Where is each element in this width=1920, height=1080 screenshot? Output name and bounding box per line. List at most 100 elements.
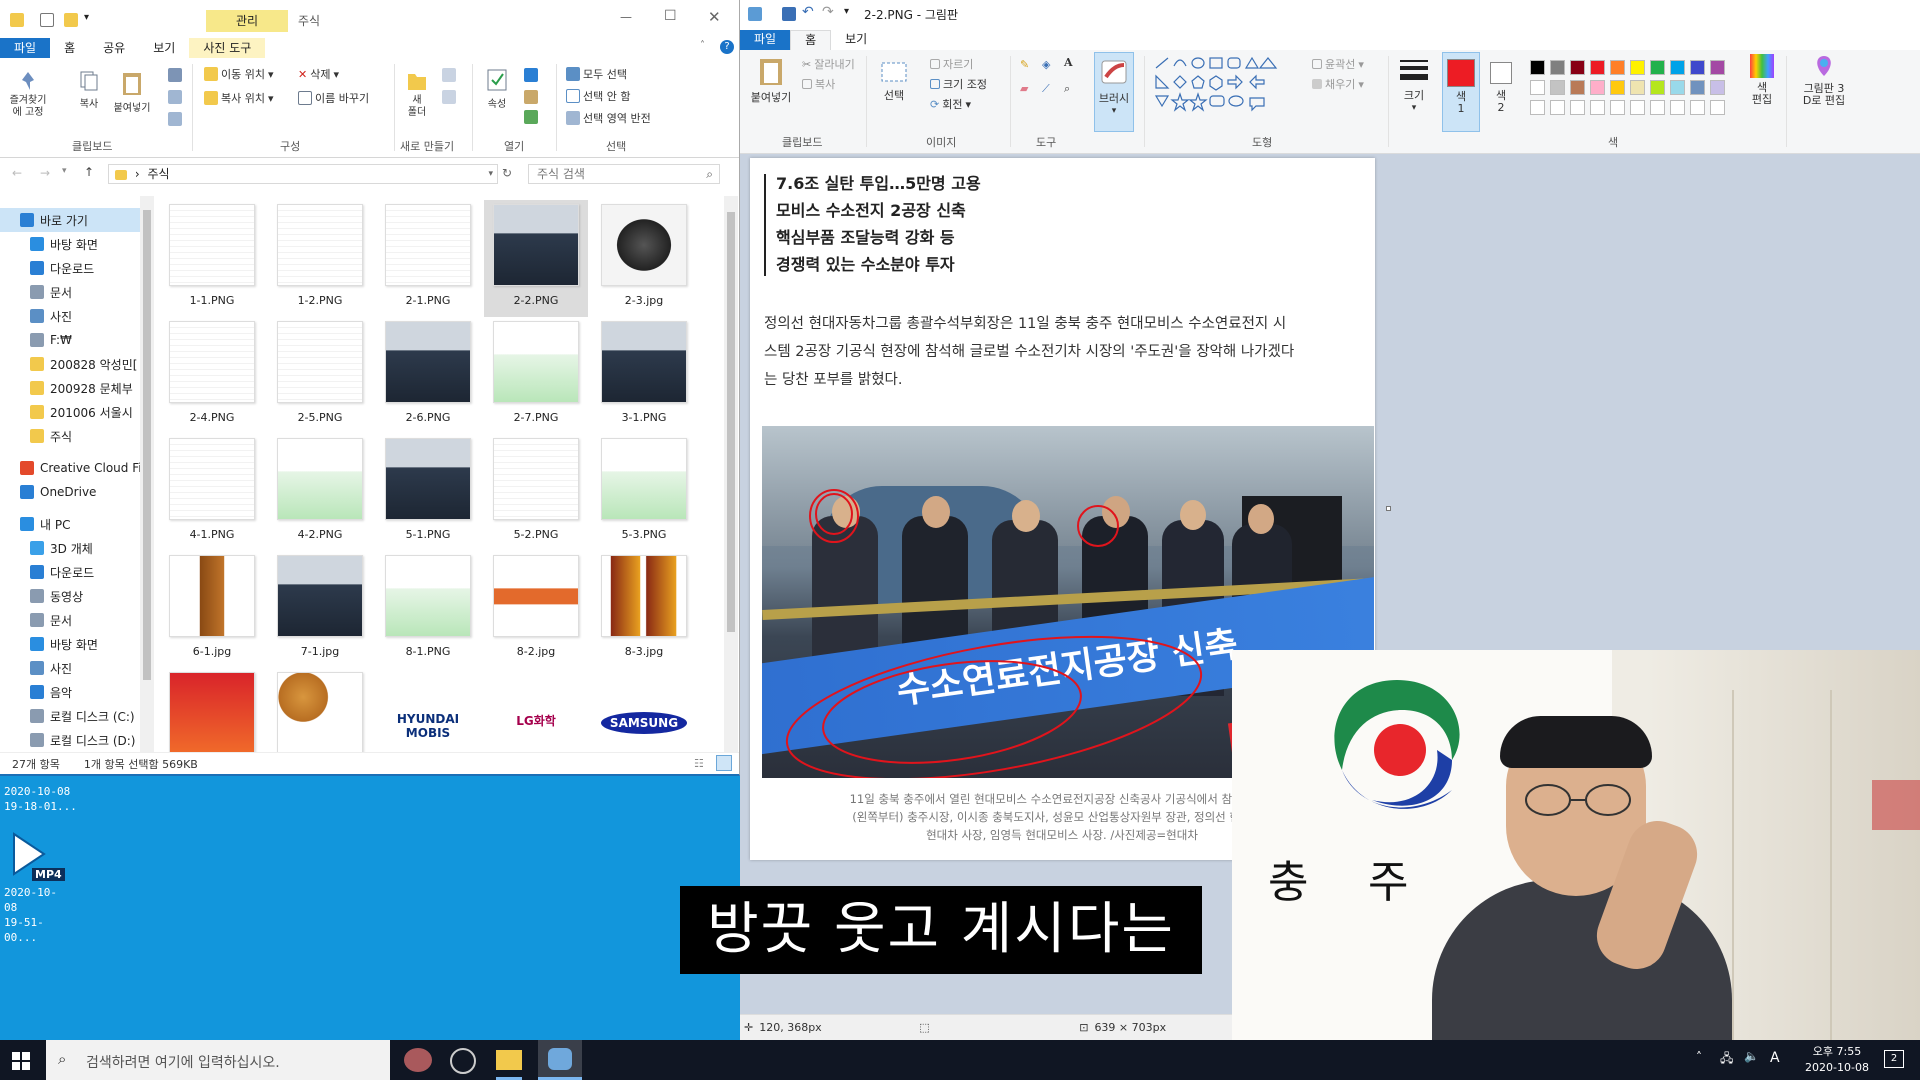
search-input[interactable]: 주식 검색 ⌕: [528, 164, 720, 184]
taskbar-paint-button[interactable]: [538, 1040, 582, 1080]
nav-item[interactable]: 로컬 디스크 (D:): [0, 728, 152, 752]
nav-item[interactable]: 바로 가기: [0, 208, 152, 232]
color-swatch[interactable]: [1550, 80, 1565, 95]
manage-context-tab[interactable]: 관리: [206, 10, 288, 32]
file-thumbnail[interactable]: 4-1.PNG: [160, 434, 264, 551]
pencil-icon[interactable]: ✎: [1020, 58, 1029, 71]
easy-access-icon[interactable]: [442, 90, 456, 104]
undo-icon[interactable]: ↶: [802, 4, 814, 20]
text-icon[interactable]: A: [1064, 56, 1073, 69]
fill-icon[interactable]: ◈: [1042, 58, 1050, 71]
up-icon[interactable]: ↑: [84, 165, 94, 179]
color-swatch[interactable]: [1630, 60, 1645, 75]
taskbar-explorer-icon[interactable]: [496, 1050, 522, 1070]
outline-button[interactable]: 윤곽선 ▾: [1312, 56, 1364, 72]
nav-item[interactable]: 200828 악성민[: [0, 352, 152, 376]
color-swatch[interactable]: [1570, 80, 1585, 95]
forward-icon[interactable]: →: [40, 166, 50, 180]
color-swatch[interactable]: [1610, 60, 1625, 75]
resize-button[interactable]: 크기 조정: [930, 76, 987, 92]
ribbon-collapse-icon[interactable]: ˄: [700, 40, 705, 51]
nav-item[interactable]: 사진: [0, 304, 152, 328]
color-swatch[interactable]: [1650, 60, 1665, 75]
taskbar-search-box[interactable]: ⌕ 검색하려면 여기에 입력하십시오.: [46, 1040, 390, 1080]
file-thumbnail[interactable]: 5-3.PNG: [592, 434, 696, 551]
eraser-icon[interactable]: ▰: [1020, 82, 1028, 95]
file-thumbnail[interactable]: 2-5.PNG: [268, 317, 372, 434]
custom-color-swatch[interactable]: [1550, 100, 1565, 115]
paste-button[interactable]: 붙여넣기: [112, 70, 152, 114]
large-icons-view-icon[interactable]: [716, 755, 732, 771]
save-icon[interactable]: [782, 7, 796, 21]
nav-item[interactable]: 문서: [0, 280, 152, 304]
file-thumbnail[interactable]: 8-1.PNG: [376, 551, 480, 668]
tab-file[interactable]: 파일: [0, 38, 51, 58]
color-swatch[interactable]: [1690, 80, 1705, 95]
color-swatch[interactable]: [1530, 80, 1545, 95]
nav-item[interactable]: 다운로드: [0, 560, 152, 584]
new-folder-icon[interactable]: [64, 13, 78, 27]
file-thumbnail[interactable]: LG화학: [484, 668, 588, 752]
pin-button[interactable]: 즐겨찾기에 고정: [8, 70, 48, 119]
file-thumbnail[interactable]: 5-2.PNG: [484, 434, 588, 551]
back-icon[interactable]: ←: [12, 166, 22, 180]
file-thumbnail[interactable]: 3-1.PNG: [592, 317, 696, 434]
color2-button[interactable]: 색 2: [1484, 52, 1518, 132]
delete-button[interactable]: ✕ 삭제 ▾: [298, 66, 339, 82]
color-swatch[interactable]: [1530, 60, 1545, 75]
custom-color-swatch[interactable]: [1630, 100, 1645, 115]
nav-item[interactable]: 동영상: [0, 584, 152, 608]
edit-colors-button[interactable]: 색 편집: [1744, 54, 1780, 106]
refresh-icon[interactable]: ↻: [502, 166, 512, 180]
nav-item[interactable]: 내 PC: [0, 512, 152, 536]
file-thumbnail[interactable]: 2-4.PNG: [160, 317, 264, 434]
rename-button[interactable]: 이름 바꾸기: [298, 90, 369, 106]
new-item-icon[interactable]: [442, 68, 456, 82]
tab-view[interactable]: 보기: [139, 38, 189, 58]
color-swatch[interactable]: [1630, 80, 1645, 95]
custom-color-swatch[interactable]: [1650, 100, 1665, 115]
color-picker-icon[interactable]: ⟋: [1042, 82, 1050, 96]
nav-item[interactable]: 로컬 디스크 (C:): [0, 704, 152, 728]
file-thumbnail[interactable]: 5-1.PNG: [376, 434, 480, 551]
color-swatch[interactable]: [1670, 60, 1685, 75]
details-view-icon[interactable]: ☷: [694, 757, 704, 770]
magnifier-icon[interactable]: ⌕: [1064, 82, 1070, 96]
paint-cut-button[interactable]: ✂ 잘라내기: [802, 56, 855, 72]
nav-item[interactable]: 다운로드: [0, 256, 152, 280]
nav-item[interactable]: 바탕 화면: [0, 632, 152, 656]
taskbar-app-icon-1[interactable]: [404, 1048, 432, 1072]
ime-indicator[interactable]: A: [1770, 1050, 1780, 1066]
copy-path-icon[interactable]: [168, 90, 182, 104]
move-to-button[interactable]: 이동 위치 ▾: [204, 66, 274, 82]
address-input[interactable]: › 주식 ▾: [108, 164, 498, 184]
close-icon[interactable]: ✕: [708, 8, 721, 26]
properties-button[interactable]: 속성: [482, 68, 512, 110]
file-thumbnail[interactable]: 1-1.PNG: [160, 200, 264, 317]
invert-selection-button[interactable]: 선택 영역 반전: [566, 110, 651, 126]
file-thumbnail[interactable]: SAMSUNG: [592, 668, 696, 752]
color-swatch[interactable]: [1590, 60, 1605, 75]
color-swatch[interactable]: [1670, 80, 1685, 95]
nav-item[interactable]: 201006 서울시: [0, 400, 152, 424]
nav-scroll-thumb[interactable]: [143, 210, 151, 680]
tab-home[interactable]: 홈: [50, 38, 89, 58]
custom-color-swatch[interactable]: [1690, 100, 1705, 115]
content-scrollbar[interactable]: [724, 196, 738, 752]
windows-start-icon[interactable]: [12, 1052, 30, 1070]
copy-button[interactable]: 복사: [74, 70, 104, 110]
nav-scrollbar[interactable]: [140, 196, 154, 752]
paint-paste-button[interactable]: 붙여넣기: [748, 56, 794, 105]
file-thumbnail[interactable]: 2-3.jpg: [592, 200, 696, 317]
color-swatch[interactable]: [1650, 80, 1665, 95]
crop-button[interactable]: 자르기: [930, 56, 973, 72]
tab-share[interactable]: 공유: [89, 38, 139, 58]
desktop-mp4-icon[interactable]: MP4 2020-10-08 19-51-00...: [4, 830, 65, 945]
new-folder-button[interactable]: 새 폴더: [404, 68, 430, 119]
custom-color-swatch[interactable]: [1590, 100, 1605, 115]
maximize-icon[interactable]: ☐: [664, 8, 677, 24]
custom-color-swatch[interactable]: [1530, 100, 1545, 115]
paint-copy-button[interactable]: 복사: [802, 76, 835, 92]
paint-tab-file[interactable]: 파일: [740, 30, 791, 50]
color1-button[interactable]: 색 1: [1442, 52, 1480, 132]
